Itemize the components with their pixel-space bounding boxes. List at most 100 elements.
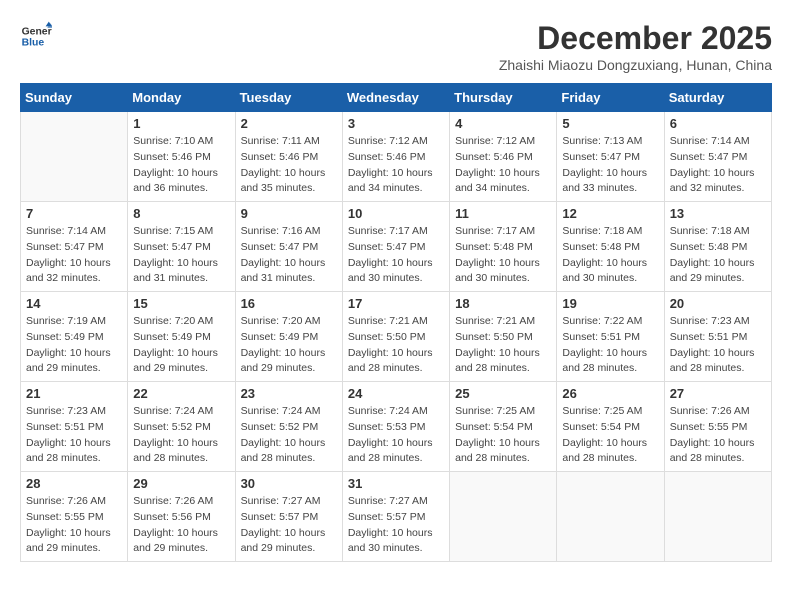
weekday-header-cell: Monday bbox=[128, 84, 235, 112]
day-number: 14 bbox=[26, 296, 122, 311]
header: General Blue December 2025 Zhaishi Miaoz… bbox=[20, 20, 772, 73]
day-number: 15 bbox=[133, 296, 229, 311]
calendar-body: 1 Sunrise: 7:10 AMSunset: 5:46 PMDaylight… bbox=[21, 112, 772, 562]
calendar-day-cell: 7 Sunrise: 7:14 AMSunset: 5:47 PMDaylight… bbox=[21, 202, 128, 292]
calendar-day-cell: 15Sunrise: 7:20 AMSunset: 5:49 PMDayligh… bbox=[128, 292, 235, 382]
svg-text:General: General bbox=[22, 26, 52, 37]
day-number: 13 bbox=[670, 206, 766, 221]
day-detail: Sunrise: 7:26 AMSunset: 5:55 PMDaylight:… bbox=[670, 404, 766, 467]
day-detail: Sunrise: 7:24 AMSunset: 5:52 PMDaylight:… bbox=[133, 404, 229, 467]
day-detail: Sunrise: 7:11 AMSunset: 5:46 PMDaylight:… bbox=[241, 134, 337, 197]
day-number: 26 bbox=[562, 386, 658, 401]
calendar-day-cell: 26 Sunrise: 7:25 AMSunset: 5:54 PMDayligh… bbox=[557, 382, 664, 472]
calendar-day-cell: 28 Sunrise: 7:26 AMSunset: 5:55 PMDayligh… bbox=[21, 472, 128, 562]
calendar-day-cell: 4 Sunrise: 7:12 AMSunset: 5:46 PMDaylight… bbox=[450, 112, 557, 202]
day-detail: Sunrise: 7:18 AMSunset: 5:48 PMDaylight:… bbox=[562, 224, 658, 287]
day-number: 5 bbox=[562, 116, 658, 131]
logo: General Blue bbox=[20, 20, 52, 52]
weekday-header-cell: Friday bbox=[557, 84, 664, 112]
calendar-day-cell: 31 Sunrise: 7:27 AMSunset: 5:57 PMDayligh… bbox=[342, 472, 449, 562]
day-number: 3 bbox=[348, 116, 444, 131]
calendar-day-cell bbox=[21, 112, 128, 202]
calendar-day-cell: 13 Sunrise: 7:18 AMSunset: 5:48 PMDayligh… bbox=[664, 202, 771, 292]
day-number: 18 bbox=[455, 296, 551, 311]
day-detail: Sunrise: 7:27 AMSunset: 5:57 PMDaylight:… bbox=[241, 494, 337, 557]
day-detail: Sunrise: 7:26 AMSunset: 5:56 PMDaylight:… bbox=[133, 494, 229, 557]
calendar-table: SundayMondayTuesdayWednesdayThursdayFrid… bbox=[20, 83, 772, 562]
day-number: 24 bbox=[348, 386, 444, 401]
day-detail: Sunrise: 7:10 AMSunset: 5:46 PMDaylight:… bbox=[133, 134, 229, 197]
calendar-day-cell bbox=[450, 472, 557, 562]
calendar-day-cell: 2 Sunrise: 7:11 AMSunset: 5:46 PMDaylight… bbox=[235, 112, 342, 202]
title-section: December 2025 Zhaishi Miaozu Dongzuxiang… bbox=[499, 20, 772, 73]
day-number: 10 bbox=[348, 206, 444, 221]
calendar-day-cell: 25Sunrise: 7:25 AMSunset: 5:54 PMDayligh… bbox=[450, 382, 557, 472]
calendar-week-row: 1 Sunrise: 7:10 AMSunset: 5:46 PMDaylight… bbox=[21, 112, 772, 202]
weekday-header-cell: Tuesday bbox=[235, 84, 342, 112]
calendar-day-cell: 21 Sunrise: 7:23 AMSunset: 5:51 PMDayligh… bbox=[21, 382, 128, 472]
weekday-header-cell: Saturday bbox=[664, 84, 771, 112]
day-number: 6 bbox=[670, 116, 766, 131]
day-number: 1 bbox=[133, 116, 229, 131]
day-number: 16 bbox=[241, 296, 337, 311]
day-detail: Sunrise: 7:25 AMSunset: 5:54 PMDaylight:… bbox=[455, 404, 551, 467]
calendar-day-cell: 27 Sunrise: 7:26 AMSunset: 5:55 PMDayligh… bbox=[664, 382, 771, 472]
calendar-day-cell: 12 Sunrise: 7:18 AMSunset: 5:48 PMDayligh… bbox=[557, 202, 664, 292]
day-detail: Sunrise: 7:23 AMSunset: 5:51 PMDaylight:… bbox=[670, 314, 766, 377]
svg-text:Blue: Blue bbox=[22, 38, 45, 49]
day-number: 17 bbox=[348, 296, 444, 311]
day-detail: Sunrise: 7:12 AMSunset: 5:46 PMDaylight:… bbox=[455, 134, 551, 197]
day-number: 20 bbox=[670, 296, 766, 311]
day-number: 9 bbox=[241, 206, 337, 221]
day-detail: Sunrise: 7:24 AMSunset: 5:53 PMDaylight:… bbox=[348, 404, 444, 467]
calendar-day-cell bbox=[664, 472, 771, 562]
location-title: Zhaishi Miaozu Dongzuxiang, Hunan, China bbox=[499, 57, 772, 73]
day-number: 7 bbox=[26, 206, 122, 221]
day-number: 28 bbox=[26, 476, 122, 491]
weekday-header-cell: Wednesday bbox=[342, 84, 449, 112]
day-number: 21 bbox=[26, 386, 122, 401]
calendar-day-cell: 6 Sunrise: 7:14 AMSunset: 5:47 PMDaylight… bbox=[664, 112, 771, 202]
day-number: 19 bbox=[562, 296, 658, 311]
calendar-day-cell: 3 Sunrise: 7:12 AMSunset: 5:46 PMDaylight… bbox=[342, 112, 449, 202]
calendar-day-cell: 10Sunrise: 7:17 AMSunset: 5:47 PMDayligh… bbox=[342, 202, 449, 292]
calendar-day-cell: 11 Sunrise: 7:17 AMSunset: 5:48 PMDayligh… bbox=[450, 202, 557, 292]
day-detail: Sunrise: 7:27 AMSunset: 5:57 PMDaylight:… bbox=[348, 494, 444, 557]
day-number: 8 bbox=[133, 206, 229, 221]
day-detail: Sunrise: 7:14 AMSunset: 5:47 PMDaylight:… bbox=[670, 134, 766, 197]
calendar-day-cell bbox=[557, 472, 664, 562]
day-number: 12 bbox=[562, 206, 658, 221]
calendar-day-cell: 24 Sunrise: 7:24 AMSunset: 5:53 PMDayligh… bbox=[342, 382, 449, 472]
calendar-day-cell: 19 Sunrise: 7:22 AMSunset: 5:51 PMDayligh… bbox=[557, 292, 664, 382]
day-detail: Sunrise: 7:17 AMSunset: 5:48 PMDaylight:… bbox=[455, 224, 551, 287]
month-title: December 2025 bbox=[499, 20, 772, 57]
day-detail: Sunrise: 7:25 AMSunset: 5:54 PMDaylight:… bbox=[562, 404, 658, 467]
day-detail: Sunrise: 7:21 AMSunset: 5:50 PMDaylight:… bbox=[455, 314, 551, 377]
calendar-week-row: 28 Sunrise: 7:26 AMSunset: 5:55 PMDayligh… bbox=[21, 472, 772, 562]
day-detail: Sunrise: 7:26 AMSunset: 5:55 PMDaylight:… bbox=[26, 494, 122, 557]
day-detail: Sunrise: 7:19 AMSunset: 5:49 PMDaylight:… bbox=[26, 314, 122, 377]
day-detail: Sunrise: 7:16 AMSunset: 5:47 PMDaylight:… bbox=[241, 224, 337, 287]
day-number: 30 bbox=[241, 476, 337, 491]
day-number: 31 bbox=[348, 476, 444, 491]
calendar-day-cell: 1 Sunrise: 7:10 AMSunset: 5:46 PMDaylight… bbox=[128, 112, 235, 202]
day-detail: Sunrise: 7:13 AMSunset: 5:47 PMDaylight:… bbox=[562, 134, 658, 197]
weekday-header: SundayMondayTuesdayWednesdayThursdayFrid… bbox=[21, 84, 772, 112]
day-number: 2 bbox=[241, 116, 337, 131]
day-detail: Sunrise: 7:14 AMSunset: 5:47 PMDaylight:… bbox=[26, 224, 122, 287]
day-number: 11 bbox=[455, 206, 551, 221]
day-detail: Sunrise: 7:23 AMSunset: 5:51 PMDaylight:… bbox=[26, 404, 122, 467]
day-detail: Sunrise: 7:12 AMSunset: 5:46 PMDaylight:… bbox=[348, 134, 444, 197]
weekday-header-cell: Thursday bbox=[450, 84, 557, 112]
calendar-day-cell: 14 Sunrise: 7:19 AMSunset: 5:49 PMDayligh… bbox=[21, 292, 128, 382]
day-detail: Sunrise: 7:20 AMSunset: 5:49 PMDaylight:… bbox=[241, 314, 337, 377]
day-number: 29 bbox=[133, 476, 229, 491]
calendar-day-cell: 5 Sunrise: 7:13 AMSunset: 5:47 PMDaylight… bbox=[557, 112, 664, 202]
day-number: 27 bbox=[670, 386, 766, 401]
weekday-header-cell: Sunday bbox=[21, 84, 128, 112]
day-number: 22 bbox=[133, 386, 229, 401]
calendar-day-cell: 18 Sunrise: 7:21 AMSunset: 5:50 PMDayligh… bbox=[450, 292, 557, 382]
day-detail: Sunrise: 7:22 AMSunset: 5:51 PMDaylight:… bbox=[562, 314, 658, 377]
day-detail: Sunrise: 7:18 AMSunset: 5:48 PMDaylight:… bbox=[670, 224, 766, 287]
day-number: 4 bbox=[455, 116, 551, 131]
